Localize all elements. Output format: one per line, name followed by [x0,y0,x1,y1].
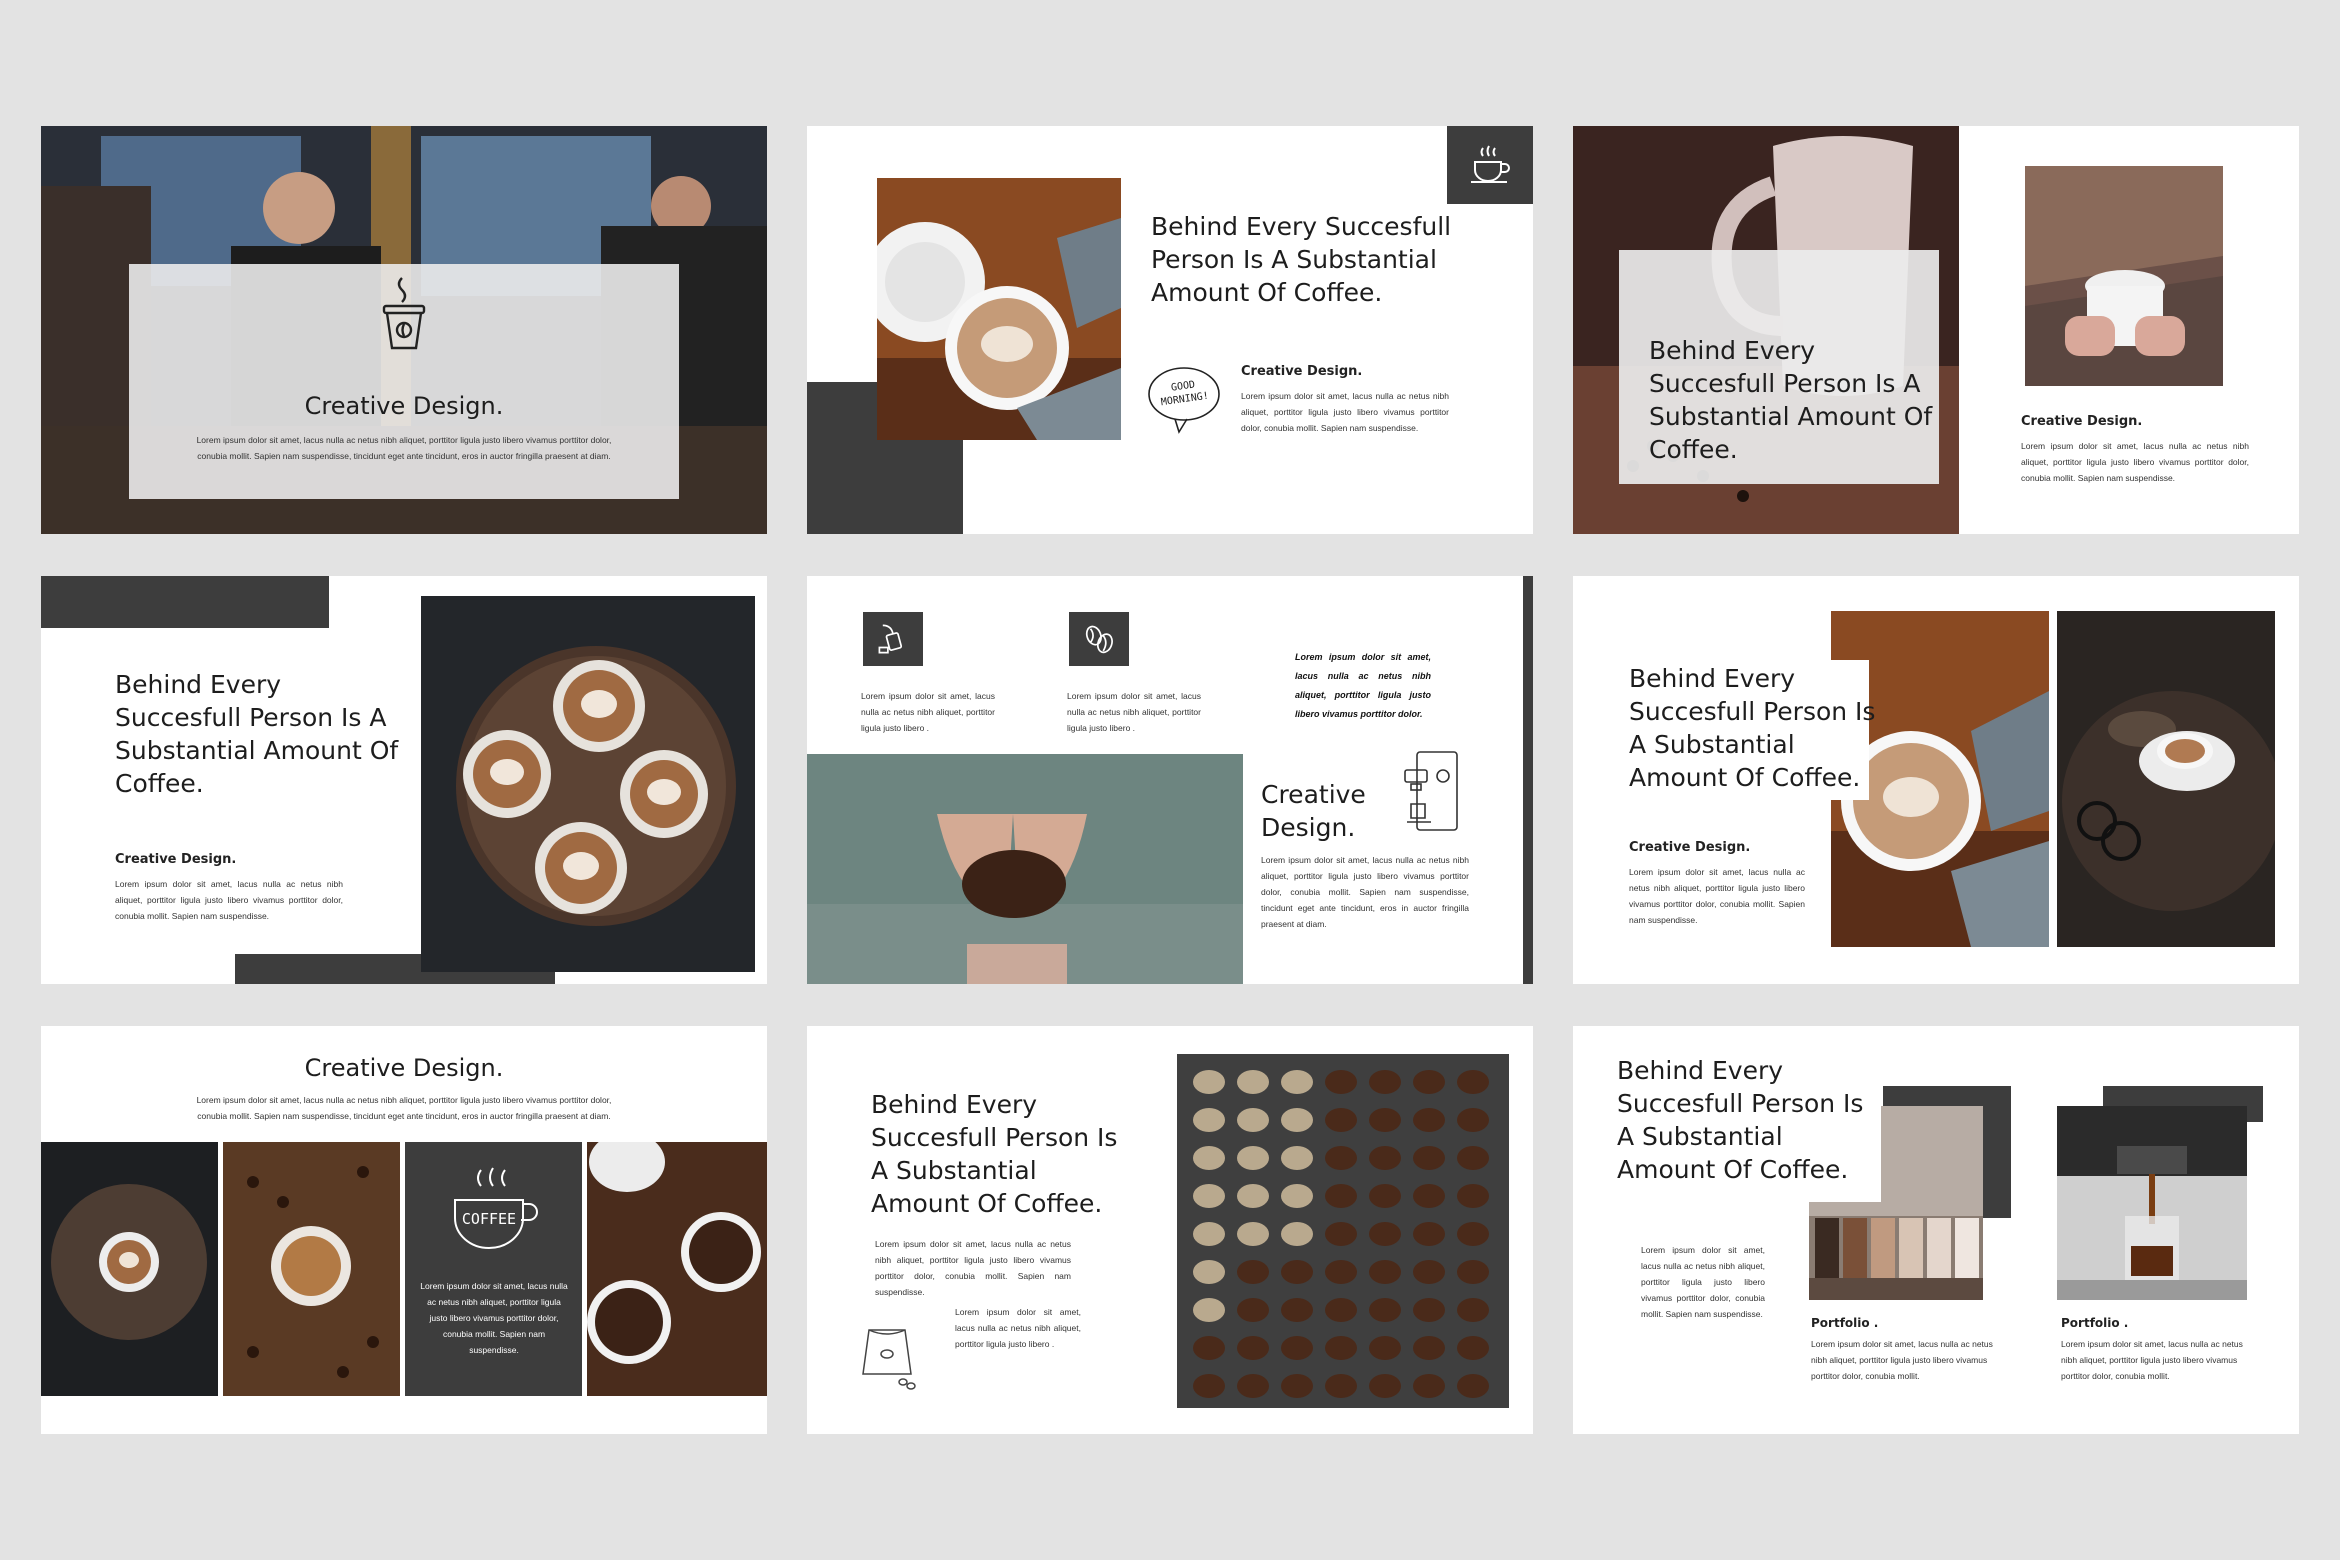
slide-4[interactable]: Behind Every Succesfull Person Is A Subs… [41,576,767,984]
starbucks-cup-photo [2025,166,2223,386]
coffee-mug-icon: COFFEE [443,1166,543,1266]
espresso-table-photo [2057,611,2275,947]
slide-5-col2: Lorem ipsum dolor sit amet, lacus nulla … [1067,691,1201,733]
dark-accent-bar [41,576,329,628]
slide-9[interactable]: Behind Every Succesfull Person Is A Subs… [1573,1026,2299,1434]
slide-8[interactable]: Behind Every Succesfull Person Is A Subs… [807,1026,1533,1434]
slide-6-subtitle: Creative Design. [1629,840,1751,855]
coffee-cup-text: COFFEE [461,1210,517,1228]
slide-6-body: Lorem ipsum dolor sit amet, lacus nulla … [1629,867,1805,925]
portfolio-1-label: Portfolio . [1811,1316,1879,1330]
slide-8-body: Lorem ipsum dolor sit amet, lacus nulla … [875,1239,1071,1297]
slide-3-body: Lorem ipsum dolor sit amet, lacus nulla … [2021,441,2249,483]
slide-6-title: Behind Every Succesfull Person Is A Subs… [1629,664,1876,792]
coffee-beans-grid-photo [1177,1054,1509,1408]
slide-7[interactable]: Creative Design. Lorem ipsum dolor sit a… [41,1026,767,1434]
slide-5-quote: Lorem ipsum dolor sit amet, lacus nulla … [1295,652,1431,719]
slide-1[interactable]: Creative Design. Lorem ipsum dolor sit a… [41,126,767,534]
coffee-cup-icon [1447,126,1533,204]
slide-6[interactable]: Behind Every Succesfull Person Is A Subs… [1573,576,2299,984]
slide-9-title: Behind Every Succesfull Person Is A Subs… [1617,1056,1864,1184]
slide-3-title: Behind Every Succesfull Person Is A Subs… [1649,336,1933,464]
coffee-bowls-photo [587,1142,767,1396]
espresso-machine-photo [2057,1106,2247,1300]
tea-bag-icon [863,612,923,666]
slide-2[interactable]: Behind Every Succesfull Person Is A Subs… [807,126,1533,534]
slide-8-body2: Lorem ipsum dolor sit amet, lacus nulla … [955,1307,1081,1349]
slide-3[interactable]: Behind Every Succesfull Person Is A Subs… [1573,126,2299,534]
slide-2-subtitle: Creative Design. [1241,364,1363,379]
slide-5-title: Creative Design. [1261,780,1366,842]
portfolio-1-body: Lorem ipsum dolor sit amet, lacus nulla … [1811,1339,1993,1381]
slide-9-body: Lorem ipsum dolor sit amet, lacus nulla … [1641,1245,1765,1319]
latte-art-table-photo [421,596,755,972]
slide-2-title: Behind Every Succesfull Person Is A Subs… [1151,212,1452,307]
coffee-bean-icon [1069,612,1129,666]
portfolio-2-label: Portfolio . [2061,1316,2129,1330]
slide-3-subtitle: Creative Design. [2021,414,2143,429]
slide-1-title: Creative Design. [304,392,504,420]
slide-5-body: Lorem ipsum dolor sit amet, lacus nulla … [1261,855,1469,929]
slide-4-body: Lorem ipsum dolor sit amet, lacus nulla … [115,879,343,921]
coffee-beans-hands-photo [807,754,1243,984]
slide-1-body: Lorem ipsum dolor sit amet, lacus nulla … [196,435,612,461]
slide-2-body: Lorem ipsum dolor sit amet, lacus nulla … [1241,391,1449,433]
good-morning-bubble-icon: GOOD MORNING! [1145,364,1223,434]
slide-7-panel-body: Lorem ipsum dolor sit amet, lacus nulla … [420,1281,568,1355]
slide-7-body: Lorem ipsum dolor sit amet, lacus nulla … [196,1095,612,1121]
slide-5-col1: Lorem ipsum dolor sit amet, lacus nulla … [861,691,995,733]
dark-accent-stripe [1523,576,1533,984]
coffee-bag-icon [853,1318,923,1390]
latte-wood-photo [41,1142,218,1396]
takeaway-cup-icon [376,276,432,350]
slide-4-subtitle: Creative Design. [115,852,237,867]
slide-7-title: Creative Design. [304,1054,504,1082]
portfolio-2-body: Lorem ipsum dolor sit amet, lacus nulla … [2061,1339,2243,1381]
slide-4-title: Behind Every Succesfull Person Is A Subs… [115,670,399,798]
latte-photo [877,178,1121,440]
coffee-beans-cup-photo [223,1142,400,1396]
slide-8-title: Behind Every Succesfull Person Is A Subs… [871,1090,1118,1218]
espresso-machine-icon [1403,748,1463,834]
slide-5[interactable]: Lorem ipsum dolor sit amet, lacus nulla … [807,576,1533,984]
